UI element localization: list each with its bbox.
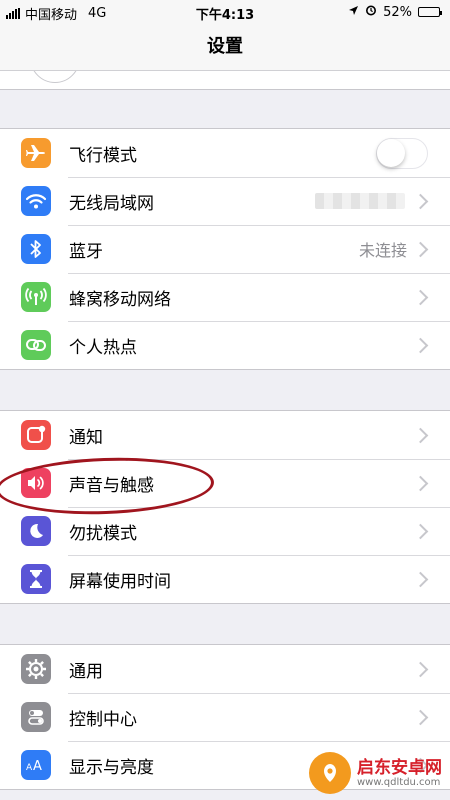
row-airplane-mode[interactable]: 飞行模式	[0, 129, 450, 177]
battery-percent: 52%	[383, 4, 412, 20]
watermark-url: www.qdltdu.com	[357, 776, 441, 788]
row-bluetooth[interactable]: 蓝牙 未连接	[0, 225, 450, 273]
chevron-right-icon	[412, 523, 429, 539]
watermark-name: 启东安卓网	[357, 757, 442, 778]
location-icon	[348, 5, 359, 20]
chevron-right-icon	[412, 193, 429, 209]
row-control-center[interactable]: 控制中心	[0, 693, 450, 741]
notification-icon	[21, 420, 51, 450]
row-label: 飞行模式	[69, 145, 137, 166]
watermark-logo-icon	[309, 752, 351, 794]
bluetooth-status: 未连接	[358, 241, 407, 260]
hourglass-icon	[21, 564, 51, 594]
airplane-icon	[21, 138, 51, 168]
hotspot-icon	[21, 330, 51, 360]
chevron-right-icon	[412, 661, 429, 677]
nav-bar: 设置	[0, 24, 450, 71]
profile-row-remnant[interactable]	[0, 71, 450, 90]
moon-icon	[21, 516, 51, 546]
row-label: 无线局域网	[69, 193, 154, 214]
watermark-text: 启东安卓网 www.qdltdu.com	[357, 759, 442, 788]
row-wifi[interactable]: 无线局域网	[0, 177, 450, 225]
row-sounds-haptics[interactable]: 声音与触感	[0, 459, 450, 507]
row-label: 控制中心	[69, 709, 137, 730]
watermark: 启东安卓网 www.qdltdu.com	[309, 752, 442, 794]
svg-text:A: A	[33, 759, 42, 773]
row-label: 蓝牙	[69, 241, 103, 262]
row-label: 蜂窝移动网络	[69, 289, 171, 310]
chevron-right-icon	[412, 571, 429, 587]
avatar	[30, 71, 80, 83]
status-bar: 中国移动 4G 下午4:13 52%	[0, 0, 450, 24]
row-label: 个人热点	[69, 337, 137, 358]
row-label: 通用	[69, 661, 103, 682]
chevron-right-icon	[412, 709, 429, 725]
control-center-icon	[21, 702, 51, 732]
alarm-icon	[365, 4, 377, 20]
chevron-right-icon	[412, 241, 429, 257]
toggle-knob	[377, 138, 405, 167]
row-label: 通知	[69, 427, 103, 448]
row-screen-time[interactable]: 屏幕使用时间	[0, 555, 450, 603]
chevron-right-icon	[412, 289, 429, 305]
row-personal-hotspot[interactable]: 个人热点	[0, 321, 450, 369]
settings-group-notifications: 通知 声音与触感 勿扰模式 屏幕使用时间	[0, 410, 450, 604]
row-label: 屏幕使用时间	[69, 571, 171, 592]
gear-icon	[21, 654, 51, 684]
sound-icon	[21, 468, 51, 498]
row-do-not-disturb[interactable]: 勿扰模式	[0, 507, 450, 555]
chevron-right-icon	[412, 475, 429, 491]
airplane-mode-toggle[interactable]	[376, 137, 428, 169]
wifi-icon	[21, 186, 51, 216]
chevron-right-icon	[412, 337, 429, 353]
chevron-right-icon	[412, 427, 429, 443]
row-label: 声音与触感	[69, 475, 154, 496]
cellular-icon	[21, 282, 51, 312]
status-right: 52%	[348, 4, 442, 20]
row-notifications[interactable]: 通知	[0, 411, 450, 459]
display-icon: AA	[21, 750, 51, 780]
bluetooth-icon	[21, 234, 51, 264]
battery-icon	[418, 7, 442, 17]
svg-text:A: A	[26, 763, 33, 773]
wifi-network-name-obscured	[315, 193, 405, 209]
row-general[interactable]: 通用	[0, 645, 450, 693]
row-cellular[interactable]: 蜂窝移动网络	[0, 273, 450, 321]
row-label: 勿扰模式	[69, 523, 137, 544]
page-title: 设置	[207, 36, 243, 57]
settings-group-connectivity: 飞行模式 无线局域网 蓝牙 未连接 蜂窝移动网络 个人热点	[0, 128, 450, 370]
